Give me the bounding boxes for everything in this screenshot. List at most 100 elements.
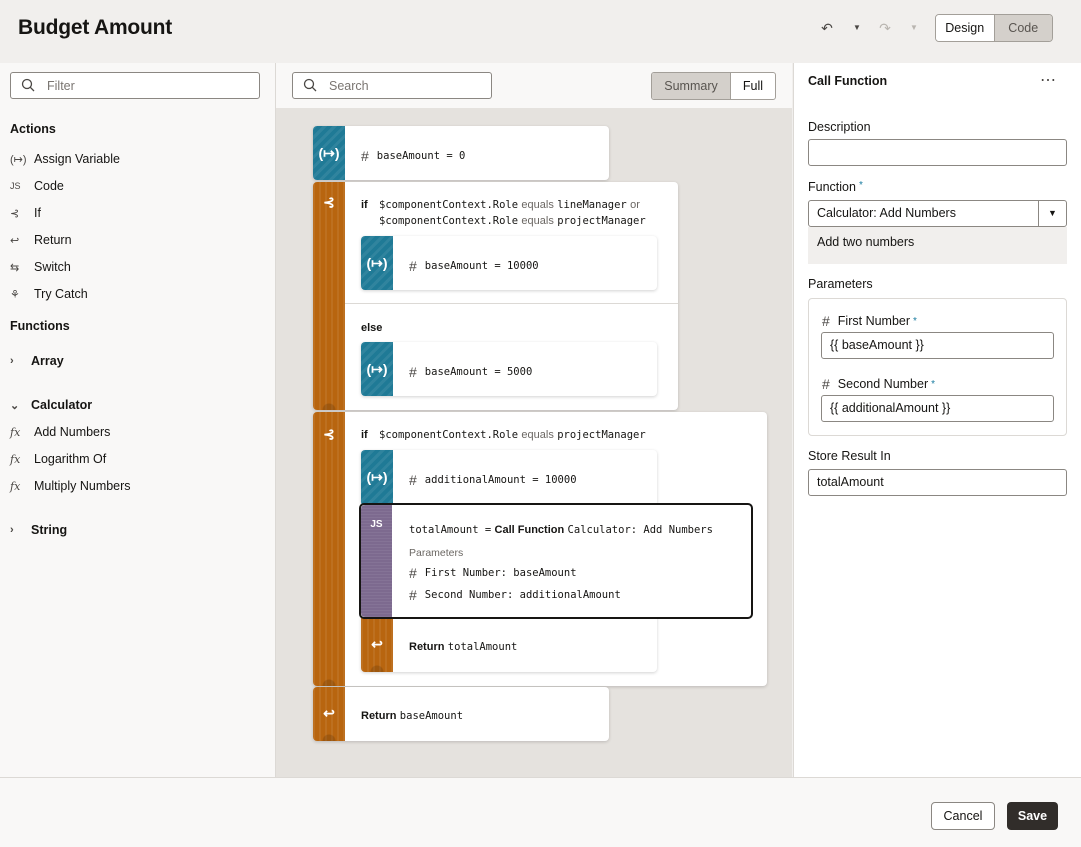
- code-button[interactable]: Code: [993, 15, 1052, 41]
- if-node-strip: [313, 182, 345, 410]
- param1-label: # First Number *: [822, 313, 917, 329]
- filter-input[interactable]: Filter: [10, 72, 260, 99]
- undo-menu-chevron-icon[interactable]: ▼: [847, 18, 867, 38]
- function-select-value: Calculator: Add Numbers: [817, 206, 956, 220]
- call-function-icon: JS: [370, 519, 383, 530]
- functions-heading: Functions: [10, 319, 70, 333]
- palette-item-logarithm-of[interactable]: fx Logarithm Of: [10, 452, 106, 466]
- number-type-icon: #: [409, 565, 417, 581]
- footer-bar: [0, 777, 1081, 847]
- undo-icon[interactable]: ↶: [817, 18, 837, 38]
- palette-item-code[interactable]: JS Code: [10, 179, 64, 193]
- redo-menu-chevron-icon[interactable]: ▼: [904, 18, 924, 38]
- call-function-name: Calculator: Add Numbers: [567, 524, 713, 536]
- group-calculator[interactable]: ⌄ Calculator: [10, 398, 92, 412]
- assign-expression: baseAmount = 0: [376, 150, 466, 162]
- if-condition: $componentContext.Role equals projectMan…: [379, 429, 646, 441]
- redo-icon[interactable]: ↷: [875, 18, 895, 38]
- function-select[interactable]: Calculator: Add Numbers ▼: [808, 200, 1067, 227]
- return-icon: ↩: [10, 234, 20, 247]
- summary-button[interactable]: Summary: [652, 73, 731, 99]
- else-keyword: else: [361, 322, 383, 334]
- store-result-label: Store Result In: [808, 449, 891, 463]
- return-keyword: Return: [361, 710, 397, 722]
- assign-variable-node[interactable]: (↦) # baseAmount = 5000: [361, 342, 657, 396]
- group-string[interactable]: › String: [10, 523, 67, 537]
- assign-variable-icon: (↦): [10, 153, 27, 166]
- search-icon: [303, 78, 317, 92]
- more-options-icon[interactable]: ⋯: [1040, 70, 1057, 90]
- assign-variable-node[interactable]: (↦) # additionalAmount = 10000: [361, 450, 657, 506]
- description-label: Description: [808, 120, 871, 134]
- branch-divider: [345, 303, 678, 304]
- number-type-icon: #: [409, 587, 417, 603]
- full-button[interactable]: Full: [731, 73, 775, 99]
- param1-input[interactable]: {{ baseAmount }}: [821, 332, 1054, 359]
- cancel-button[interactable]: Cancel: [931, 802, 995, 830]
- number-type-icon: #: [409, 258, 417, 274]
- function-icon: fx: [10, 452, 21, 466]
- try-catch-icon: ⚘: [10, 288, 20, 301]
- design-code-toggle: Design Code: [935, 14, 1053, 42]
- palette-item-multiply-numbers[interactable]: fx Multiply Numbers: [10, 479, 131, 493]
- return-value: baseAmount: [399, 710, 464, 722]
- assign-expression: additionalAmount = 10000: [424, 474, 577, 486]
- assign-variable-icon: (↦): [366, 469, 388, 485]
- function-icon: fx: [10, 425, 21, 439]
- function-help-text: Add two numbers: [808, 227, 1067, 264]
- param-first-number: First Number: baseAmount: [424, 567, 577, 579]
- if-node-strip: [313, 412, 345, 686]
- palette-item-try-catch[interactable]: ⚘ Try Catch: [10, 287, 88, 301]
- if-keyword: if: [361, 199, 368, 211]
- chevron-right-icon: ›: [10, 355, 14, 367]
- canvas-search-input[interactable]: Search: [292, 72, 492, 99]
- function-icon: fx: [10, 479, 21, 493]
- call-function-keyword: Call Function: [494, 524, 565, 536]
- param-second-number: Second Number: additionalAmount: [424, 589, 621, 601]
- return-node[interactable]: ↩ Return totalAmount: [361, 614, 657, 672]
- return-value: totalAmount: [447, 641, 518, 653]
- return-icon: ↩: [371, 636, 383, 652]
- actions-heading: Actions: [10, 122, 56, 136]
- palette-item-assign-variable[interactable]: (↦) Assign Variable: [10, 152, 120, 166]
- palette-item-return[interactable]: ↩ Return: [10, 233, 72, 247]
- palette-item-switch[interactable]: ⇆ Switch: [10, 260, 71, 274]
- palette-item-add-numbers[interactable]: fx Add Numbers: [10, 425, 110, 439]
- switch-icon: ⇆: [10, 261, 20, 274]
- param2-label: # Second Number *: [822, 376, 936, 392]
- if-condition-line2: $componentContext.Role equals projectMan…: [379, 215, 646, 227]
- action-palette: [0, 63, 276, 777]
- call-lhs: totalAmount =: [409, 524, 492, 536]
- number-type-icon: #: [822, 376, 830, 392]
- if-icon: ⊰: [323, 426, 335, 442]
- save-button[interactable]: Save: [1007, 802, 1058, 830]
- assign-variable-icon: (↦): [366, 361, 388, 377]
- number-type-icon: #: [822, 313, 830, 329]
- required-indicator: *: [913, 315, 917, 327]
- number-type-icon: #: [361, 148, 369, 164]
- parameters-caption: Parameters: [409, 547, 464, 559]
- number-type-icon: #: [409, 364, 417, 380]
- store-result-input[interactable]: totalAmount: [808, 469, 1067, 496]
- return-icon: ↩: [323, 705, 335, 721]
- page-title: Budget Amount: [18, 16, 173, 39]
- call-function-node-selected[interactable]: JS totalAmount = Call Function Calculato…: [359, 503, 753, 619]
- description-input[interactable]: [808, 139, 1067, 166]
- chevron-right-icon: ›: [10, 524, 14, 536]
- if-condition-line1: $componentContext.Role equals lineManage…: [379, 199, 640, 211]
- assign-variable-node[interactable]: (↦) # baseAmount = 0: [313, 126, 609, 180]
- return-keyword: Return: [409, 641, 445, 653]
- function-label: Function *: [808, 180, 863, 194]
- if-keyword: if: [361, 429, 368, 441]
- required-indicator: *: [931, 378, 936, 390]
- return-node[interactable]: ↩ Return baseAmount: [313, 687, 609, 741]
- param2-input[interactable]: {{ additionalAmount }}: [821, 395, 1054, 422]
- chevron-down-icon[interactable]: ▼: [1038, 201, 1066, 226]
- group-array[interactable]: › Array: [10, 354, 64, 368]
- design-button[interactable]: Design: [936, 15, 994, 41]
- assign-variable-icon: (↦): [366, 255, 388, 271]
- palette-item-if[interactable]: ⊰ If: [10, 206, 41, 220]
- properties-title: Call Function: [808, 74, 888, 88]
- search-icon: [21, 78, 35, 92]
- assign-variable-node[interactable]: (↦) # baseAmount = 10000: [361, 236, 657, 290]
